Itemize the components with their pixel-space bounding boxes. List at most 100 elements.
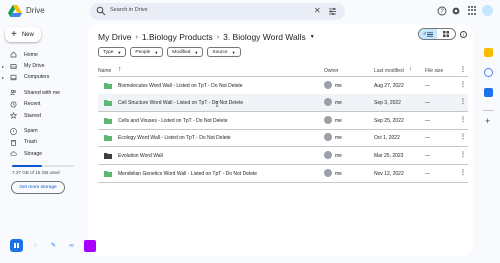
row-more-options-icon[interactable]: ⋮: [460, 169, 466, 176]
sidebar-item-recent[interactable]: Recent: [0, 99, 80, 110]
shared-icon: [10, 90, 17, 96]
sidebar-item-label: Computers: [24, 74, 50, 81]
color-swatch-button[interactable]: [84, 239, 96, 252]
calendar-icon[interactable]: [484, 48, 493, 57]
sidebar-item-spam[interactable]: Spam: [0, 125, 80, 136]
clear-search-icon[interactable]: ✕: [314, 6, 321, 16]
row-more-options-icon[interactable]: ⋮: [460, 151, 466, 158]
link-icon[interactable]: ∞: [66, 240, 77, 251]
file-name[interactable]: Biomolecules Word Wall - Listed on TpT -…: [118, 83, 243, 89]
filter-label: Source: [212, 49, 228, 55]
account-avatar[interactable]: [482, 5, 493, 16]
search-bar[interactable]: Search in Drive ✕: [90, 3, 345, 20]
new-button[interactable]: + New: [5, 27, 41, 42]
owner-name: me: [335, 153, 342, 159]
row-more-options-icon[interactable]: ⋮: [460, 98, 466, 105]
add-addon-icon[interactable]: +: [485, 116, 490, 126]
file-name[interactable]: Mendelian Genetics Word Wall - Listed on…: [118, 171, 257, 177]
grid-view-button[interactable]: [437, 29, 455, 39]
divider: [98, 181, 468, 183]
file-name[interactable]: Ecology Word Wall - Listed on TpT - Do N…: [118, 135, 231, 141]
drive-logo-icon[interactable]: [8, 5, 22, 17]
info-icon[interactable]: i: [460, 31, 467, 38]
owner-name: me: [335, 82, 342, 89]
file-name[interactable]: Cell Structure Word Wall - Listed on TpT…: [118, 100, 243, 106]
my-drive-icon: [10, 63, 17, 69]
dropdown-caret-icon: ▼: [117, 49, 122, 55]
column-file-size-header[interactable]: File size: [425, 68, 443, 74]
table-row[interactable]: Evolution Word Wall me Mar 25, 2023 — ⋮: [98, 147, 468, 165]
column-owner-header[interactable]: Owner: [324, 68, 339, 74]
home-icon: [10, 51, 17, 58]
sidebar-item-trash[interactable]: Trash: [0, 137, 80, 148]
divider: [483, 110, 494, 111]
chevron-right-icon: ›: [216, 33, 220, 41]
app-name[interactable]: Drive: [26, 6, 45, 15]
grid-icon: [443, 31, 449, 37]
main-panel: My Drive › 1.Biology Products › 3. Biolo…: [88, 24, 473, 256]
table-row[interactable]: Cell Structure Word Wall - Listed on TpT…: [98, 94, 468, 112]
last-modified: Sep 25, 2022: [374, 117, 404, 124]
contacts-icon[interactable]: [484, 88, 493, 97]
breadcrumb-current-folder[interactable]: 3. Biology Word Walls: [223, 32, 306, 42]
sidebar-item-home[interactable]: Home: [0, 49, 80, 60]
chat-bubble-icon[interactable]: ◌: [30, 240, 41, 251]
owner-name: me: [335, 100, 342, 107]
filter-source[interactable]: Source ▼: [207, 47, 241, 57]
spam-icon: [10, 127, 17, 135]
file-name[interactable]: Evolution Word Wall: [118, 153, 163, 159]
breadcrumb: My Drive › 1.Biology Products › 3. Biolo…: [98, 29, 315, 45]
owner-name: me: [335, 170, 342, 177]
more-options-icon[interactable]: ⋮: [460, 66, 466, 73]
google-apps-icon[interactable]: [468, 6, 477, 15]
search-input[interactable]: Search in Drive: [110, 7, 148, 13]
recording-dock: ◌ ✎ ∞: [10, 238, 96, 253]
breadcrumb-biology-products[interactable]: 1.Biology Products: [142, 32, 213, 42]
filter-label: People: [135, 49, 151, 55]
file-name[interactable]: Cells and Viruses - Listed on TpT - Do N…: [118, 118, 228, 124]
pause-button[interactable]: [10, 239, 23, 252]
tasks-icon[interactable]: [484, 68, 493, 77]
help-icon[interactable]: ?: [437, 6, 447, 16]
table-row[interactable]: Biomolecules Word Wall - Listed on TpT -…: [98, 77, 468, 95]
filter-type[interactable]: Type ▼: [98, 47, 127, 57]
sidebar-item-label: Recent: [24, 101, 41, 108]
sort-arrow-down-icon[interactable]: ↓: [409, 66, 412, 72]
row-more-options-icon[interactable]: ⋮: [460, 81, 466, 88]
get-more-storage-button[interactable]: Get more storage: [11, 181, 65, 194]
search-options-icon[interactable]: [328, 7, 337, 16]
search-icon[interactable]: [96, 6, 106, 16]
last-modified: Aug 27, 2022: [374, 82, 404, 89]
expand-caret-icon[interactable]: ▸: [2, 75, 4, 80]
row-more-options-icon[interactable]: ⋮: [460, 116, 466, 123]
owner-avatar: [324, 133, 332, 142]
expand-caret-icon[interactable]: ▸: [2, 64, 4, 69]
sidebar-item-my-drive[interactable]: ▸ My Drive: [0, 60, 80, 71]
table-row[interactable]: Ecology Word Wall - Listed on TpT - Do N…: [98, 129, 468, 147]
sidebar-item-label: Spam: [24, 128, 38, 135]
sidebar-item-starred[interactable]: Starred: [0, 110, 80, 121]
filter-people[interactable]: People ▼: [130, 47, 164, 57]
row-more-options-icon[interactable]: ⋮: [460, 133, 466, 140]
column-last-modified-header[interactable]: Last modified: [374, 68, 404, 74]
trash-icon: [11, 140, 16, 146]
sidebar-item-computers[interactable]: ▸ Computers: [0, 72, 80, 83]
folder-icon: [104, 117, 112, 124]
owner-avatar: [324, 115, 332, 124]
dropdown-caret-icon: ▼: [231, 49, 236, 55]
sort-arrow-up-icon[interactable]: ↑: [118, 66, 122, 73]
filter-modified[interactable]: Modified ▼: [167, 47, 204, 57]
sidebar-item-storage[interactable]: Storage: [0, 148, 80, 159]
dropdown-caret-icon[interactable]: ▼: [310, 34, 315, 40]
table-row[interactable]: Mendelian Genetics Word Wall - Listed on…: [98, 165, 468, 183]
list-view-button[interactable]: ✓: [419, 29, 437, 39]
settings-gear-icon[interactable]: [451, 6, 461, 16]
text-cursor-icon: [215, 101, 219, 108]
pen-icon[interactable]: ✎: [48, 240, 59, 251]
sidebar-item-shared-with-me[interactable]: Shared with me: [0, 87, 80, 98]
sidebar-item-label: Storage: [24, 150, 43, 157]
column-name-header[interactable]: Name: [98, 68, 111, 74]
table-row[interactable]: Cells and Viruses - Listed on TpT - Do N…: [98, 112, 468, 130]
last-modified: Nov 12, 2022: [374, 170, 404, 177]
breadcrumb-my-drive[interactable]: My Drive: [98, 32, 132, 42]
